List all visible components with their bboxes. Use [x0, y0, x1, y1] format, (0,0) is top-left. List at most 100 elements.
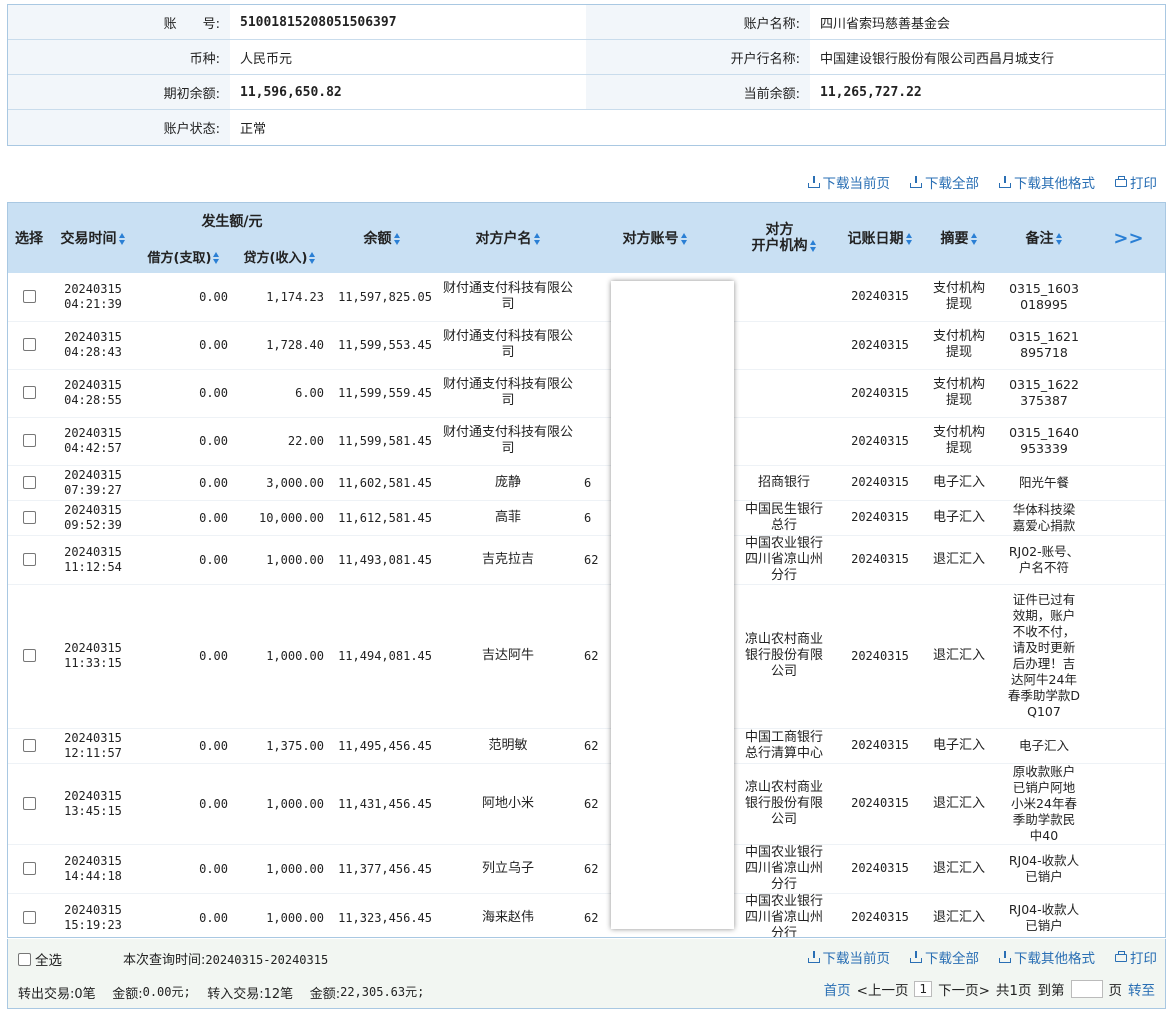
- row-checkbox[interactable]: [22, 510, 36, 524]
- counterparty-name-value: 财付通支付科技有限公司: [442, 377, 573, 408]
- row-checkbox[interactable]: [22, 796, 36, 810]
- sort-icon[interactable]: [680, 233, 688, 245]
- credit-value: 1,000.00: [266, 649, 324, 663]
- table-row[interactable]: 20240315 14:44:18 0.00 1,000.00 11,377,456.4…: [8, 844, 1165, 894]
- expand-columns-button[interactable]: >>: [1092, 203, 1165, 273]
- sort-icon[interactable]: [213, 252, 220, 264]
- row-checkbox[interactable]: [22, 434, 36, 447]
- counterparty-name-cell: 高菲: [436, 500, 580, 536]
- download-icon: [910, 176, 922, 188]
- row-checkbox[interactable]: [22, 552, 36, 566]
- download-current-page-button[interactable]: 下载当前页: [807, 947, 890, 967]
- row-checkbox[interactable]: [22, 289, 36, 303]
- account-number-label: 账 号:: [8, 5, 230, 39]
- sort-icon[interactable]: [309, 252, 316, 264]
- col-counterparty-bank[interactable]: 对方 开户机构: [730, 203, 838, 273]
- col-book-date-label: 记账日期: [847, 231, 904, 247]
- summary-value: 电子汇入: [932, 474, 985, 490]
- current-page[interactable]: 1: [914, 981, 933, 997]
- col-counterparty-bank-label: 对方 开户机构: [751, 222, 808, 254]
- debit-cell: 0.00: [136, 584, 232, 729]
- remark-value: 0315_1621895718: [1009, 329, 1079, 360]
- prev-page-link[interactable]: <上一页: [857, 979, 909, 999]
- row-checkbox[interactable]: [22, 475, 36, 489]
- download-current-page-button[interactable]: 下载当前页: [807, 172, 890, 192]
- col-counterparty-name[interactable]: 对方户名: [436, 203, 580, 273]
- counterparty-bank-cell: [730, 417, 838, 466]
- counterparty-name-cell: 范明敏: [436, 728, 580, 764]
- transaction-stats: 转出交易: 0笔 金额: 0.00元; 转入交易: 12笔 金额: 22,305.63元…: [18, 983, 424, 1002]
- table-row[interactable]: 20240315 07:39:27 0.00 3,000.00 11,602,581.4…: [8, 465, 1165, 501]
- counterparty-bank-cell: 中国农业银行四川省凉山州分行: [730, 535, 838, 585]
- row-checkbox[interactable]: [22, 738, 36, 752]
- summary-cell: 支付机构提现: [922, 273, 996, 322]
- txn-date: 20240315: [64, 730, 122, 745]
- table-row[interactable]: 20240315 11:12:54 0.00 1,000.00 11,493,081.4…: [8, 535, 1165, 585]
- debit-value: 0.00: [199, 738, 228, 753]
- row-checkbox[interactable]: [22, 386, 36, 399]
- credit-value: 10,000.00: [258, 510, 324, 525]
- book-date-value: 20240315: [851, 648, 909, 663]
- pagination: 首页 <上一页 1 下一页> 共1页 到第 页 转至: [824, 979, 1155, 999]
- table-row[interactable]: 20240315 04:28:43 0.00 1,728.40 11,599,553.4…: [8, 321, 1165, 370]
- col-balance[interactable]: 余额: [328, 203, 436, 273]
- query-time-value: 20240315-20240315: [205, 953, 329, 967]
- sort-icon[interactable]: [393, 233, 401, 245]
- next-page-link[interactable]: 下一页>: [938, 979, 990, 999]
- table-row[interactable]: 20240315 11:33:15 0.00 1,000.00 11,494,081.4…: [8, 584, 1165, 729]
- credit-cell: 6.00: [232, 369, 328, 418]
- table-row[interactable]: 20240315 04:21:39 0.00 1,174.23 11,597,825.0…: [8, 273, 1165, 322]
- summary-cell: 支付机构提现: [922, 321, 996, 370]
- select-all-checkbox[interactable]: [18, 952, 31, 966]
- sort-icon[interactable]: [905, 233, 913, 245]
- print-button[interactable]: 打印: [1115, 947, 1157, 967]
- go-button[interactable]: 转至: [1128, 979, 1155, 999]
- txn-date: 20240315: [64, 502, 122, 517]
- download-other-format-button[interactable]: 下载其他格式: [999, 172, 1095, 192]
- col-time[interactable]: 交易时间: [50, 203, 136, 273]
- sort-icon[interactable]: [809, 240, 817, 252]
- goto-page-input[interactable]: [1070, 980, 1103, 998]
- col-summary[interactable]: 摘要: [922, 203, 996, 273]
- sort-icon[interactable]: [533, 233, 541, 245]
- col-remark[interactable]: 备注: [996, 203, 1092, 273]
- debit-cell: 0.00: [136, 465, 232, 501]
- counterparty-name-value: 财付通支付科技有限公司: [442, 329, 573, 360]
- print-button[interactable]: 打印: [1115, 172, 1157, 192]
- download-all-button[interactable]: 下载全部: [910, 172, 979, 192]
- sort-icon[interactable]: [1055, 233, 1063, 245]
- spacer-cell: [1092, 584, 1165, 729]
- counterparty-bank-cell: [730, 273, 838, 322]
- download-other-format-button[interactable]: 下载其他格式: [999, 947, 1095, 967]
- col-debit[interactable]: 借方(支取): [136, 239, 232, 273]
- time-cell: 20240315 04:42:57: [50, 417, 136, 466]
- spacer-cell: [1092, 465, 1165, 501]
- download-all-button[interactable]: 下载全部: [910, 947, 979, 967]
- sort-icon[interactable]: [970, 233, 978, 245]
- col-book-date[interactable]: 记账日期: [838, 203, 922, 273]
- row-checkbox[interactable]: [22, 861, 36, 875]
- col-counterparty-account[interactable]: 对方账号: [580, 203, 730, 273]
- summary-value: 退汇汇入: [932, 551, 985, 567]
- summary-cell: 退汇汇入: [922, 535, 996, 585]
- table-row[interactable]: 20240315 04:42:57 0.00 22.00 11,599,581.45 财付…: [8, 417, 1165, 466]
- first-page-link[interactable]: 首页: [824, 979, 851, 999]
- table-row[interactable]: 20240315 09:52:39 0.00 10,000.00 11,612,581.…: [8, 500, 1165, 536]
- counterparty-bank-value: 中国农业银行四川省凉山州分行: [744, 844, 823, 892]
- table-row[interactable]: 20240315 04:28:55 0.00 6.00 11,599,559.45 财付通…: [8, 369, 1165, 418]
- select-all[interactable]: 全选: [18, 949, 62, 969]
- sort-icon[interactable]: [118, 233, 126, 245]
- row-checkbox[interactable]: [22, 338, 36, 351]
- row-checkbox[interactable]: [22, 649, 36, 662]
- book-date-value: 20240315: [851, 861, 909, 875]
- download-icon: [999, 176, 1011, 188]
- expand-icon[interactable]: >>: [1113, 228, 1143, 249]
- counterparty-bank-cell: 中国民生银行总行: [730, 500, 838, 536]
- table-row[interactable]: 20240315 13:45:15 0.00 1,000.00 11,431,456.4…: [8, 763, 1165, 845]
- table-row[interactable]: 20240315 12:11:57 0.00 1,375.00 11,495,456.4…: [8, 728, 1165, 764]
- select-cell: [8, 844, 50, 894]
- col-credit[interactable]: 贷方(收入): [232, 239, 328, 273]
- table-row[interactable]: 20240315 15:19:23 0.00 1,000.00 11,323,456.4…: [8, 893, 1165, 937]
- txn-date: 20240315: [64, 426, 122, 440]
- row-checkbox[interactable]: [22, 910, 36, 924]
